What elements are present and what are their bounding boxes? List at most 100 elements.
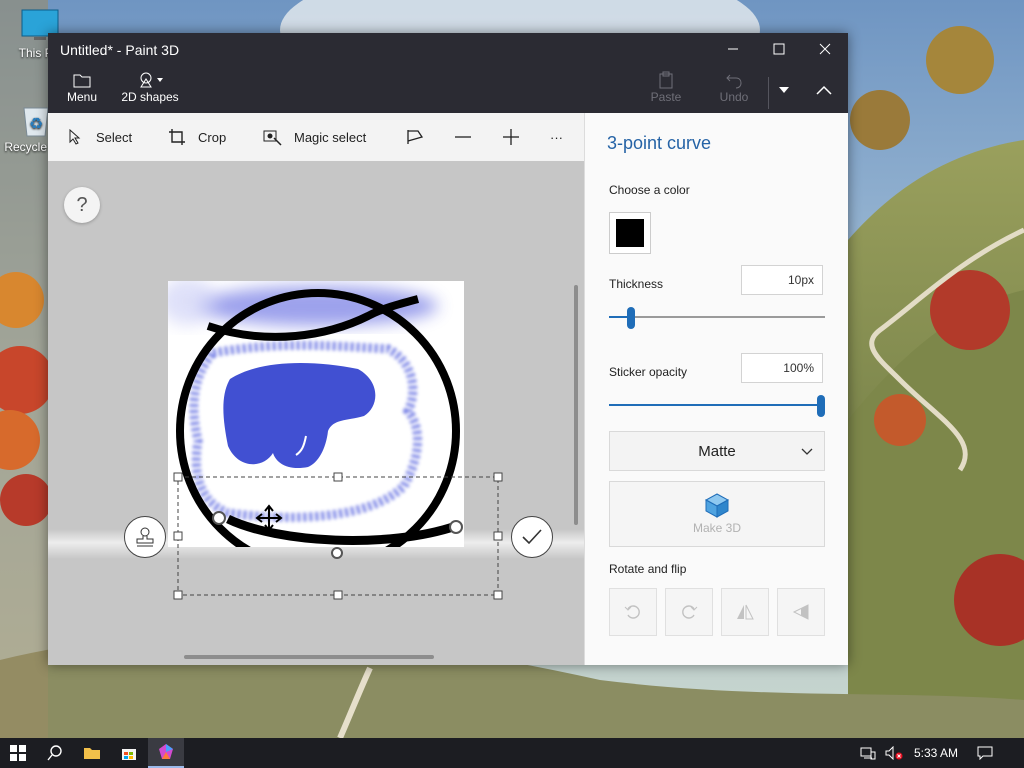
undo-label: Undo	[719, 90, 749, 104]
minimize-button[interactable]	[710, 33, 756, 65]
resize-handle[interactable]	[173, 472, 183, 482]
resize-handle[interactable]	[493, 472, 503, 482]
magic-select-tool[interactable]: Magic select	[262, 113, 366, 161]
volume-muted-icon	[885, 746, 903, 760]
chevron-down-icon	[772, 70, 796, 110]
chevron-down-icon	[801, 448, 813, 455]
make-3d-label: Make 3D	[692, 521, 742, 535]
more-tools-button[interactable]: ···	[550, 113, 563, 161]
network-button[interactable]	[856, 738, 880, 768]
properties-panel: 3-point curve Choose a color Thickness 1…	[584, 113, 848, 665]
opacity-slider[interactable]	[609, 395, 825, 417]
curve-control-handle[interactable]	[331, 547, 343, 559]
finish-selected: Matte	[698, 442, 736, 460]
flip-horizontal-icon	[737, 604, 754, 620]
select-tool[interactable]: Select	[64, 113, 132, 161]
close-button[interactable]	[802, 33, 848, 65]
resize-handle[interactable]	[493, 531, 503, 541]
move-cursor-icon	[255, 504, 283, 532]
undo-button[interactable]: Undo	[714, 70, 754, 110]
zoom-in-button[interactable]	[500, 113, 532, 161]
window-title: Untitled* - Paint 3D	[60, 42, 180, 58]
zoom-out-button[interactable]	[452, 113, 484, 161]
color-swatch[interactable]	[609, 212, 651, 254]
windows-logo-icon	[10, 745, 26, 761]
start-button[interactable]	[0, 738, 36, 768]
confirm-button[interactable]	[511, 516, 553, 558]
resize-handle[interactable]	[173, 531, 183, 541]
title-bar: Untitled* - Paint 3D Menu 2D shapes Past…	[48, 33, 848, 113]
canvas-toolbar: Select Crop Magic select ···	[48, 113, 584, 161]
thickness-label: Thickness	[609, 277, 664, 291]
taskbar: 5:33 AM	[0, 738, 1024, 768]
sticker-opacity-label: Sticker opacity	[609, 365, 688, 379]
maximize-icon	[773, 43, 785, 55]
clock[interactable]: 5:33 AM	[908, 738, 964, 768]
minimize-icon	[728, 48, 738, 50]
paint3d-window: Untitled* - Paint 3D Menu 2D shapes Past…	[48, 33, 848, 665]
undo-icon	[714, 70, 754, 90]
curve-endpoint-handle[interactable]	[212, 511, 226, 525]
flag-icon	[404, 126, 426, 148]
search-icon	[47, 745, 62, 761]
action-center-button[interactable]	[970, 738, 1000, 768]
flip-vertical-button[interactable]	[777, 588, 825, 636]
2d-shapes-button[interactable]: 2D shapes	[120, 70, 180, 110]
rotate-right-icon	[682, 605, 698, 619]
2d-shapes-label: 2D shapes	[121, 90, 179, 104]
search-button[interactable]	[37, 738, 73, 768]
resize-handle[interactable]	[333, 472, 343, 482]
maximize-button[interactable]	[756, 33, 802, 65]
stamp-button[interactable]	[124, 516, 166, 558]
canvas-workspace[interactable]: ?	[48, 161, 584, 665]
curve-selection-box[interactable]	[48, 161, 584, 665]
resize-handle[interactable]	[173, 590, 183, 600]
horizontal-scrollbar[interactable]	[184, 655, 434, 659]
network-icon	[860, 747, 876, 760]
plus-icon	[500, 126, 522, 148]
opacity-input[interactable]: 100%	[741, 353, 823, 383]
rotate-left-button[interactable]	[609, 588, 657, 636]
more-options-dropdown[interactable]	[772, 70, 796, 110]
crop-tool-label: Crop	[198, 129, 227, 145]
store-button[interactable]	[111, 738, 147, 768]
notifications-icon	[977, 746, 993, 760]
cube-icon	[704, 493, 730, 518]
flag-tool[interactable]	[404, 113, 436, 161]
thickness-slider[interactable]	[609, 307, 825, 329]
crop-tool[interactable]: Crop	[166, 113, 226, 161]
choose-color-label: Choose a color	[609, 183, 690, 197]
make-3d-button[interactable]: Make 3D	[609, 481, 825, 547]
paint3d-taskbar-button[interactable]	[148, 738, 184, 768]
thickness-input[interactable]: 10px	[741, 265, 823, 295]
slider-thumb[interactable]	[627, 307, 635, 329]
select-tool-label: Select	[96, 129, 133, 145]
close-icon	[819, 43, 831, 55]
slider-thumb[interactable]	[817, 395, 825, 417]
collapse-ribbon-button[interactable]	[808, 70, 840, 110]
paste-icon	[644, 70, 688, 90]
paste-button[interactable]: Paste	[644, 70, 688, 110]
magic-select-label: Magic select	[294, 129, 367, 145]
volume-button[interactable]	[882, 738, 906, 768]
resize-handle[interactable]	[493, 590, 503, 600]
panel-title: 3-point curve	[607, 133, 712, 153]
file-explorer-button[interactable]	[74, 738, 110, 768]
store-icon	[122, 749, 136, 760]
paint3d-icon	[159, 744, 173, 759]
rotate-right-button[interactable]	[665, 588, 713, 636]
more-tools-label: ···	[550, 129, 563, 145]
curve-endpoint-handle[interactable]	[449, 520, 463, 534]
menu-button[interactable]: Menu	[62, 70, 102, 110]
finish-dropdown[interactable]: Matte	[609, 431, 825, 471]
flip-vertical-icon	[792, 604, 809, 620]
paste-label: Paste	[650, 90, 682, 104]
magic-select-icon	[262, 126, 284, 148]
flip-horizontal-button[interactable]	[721, 588, 769, 636]
vertical-scrollbar[interactable]	[574, 285, 578, 525]
chevron-up-icon	[808, 70, 840, 110]
resize-handle[interactable]	[333, 590, 343, 600]
stamp-icon	[136, 527, 154, 547]
minus-icon	[452, 126, 474, 148]
shapes-icon	[120, 70, 180, 90]
